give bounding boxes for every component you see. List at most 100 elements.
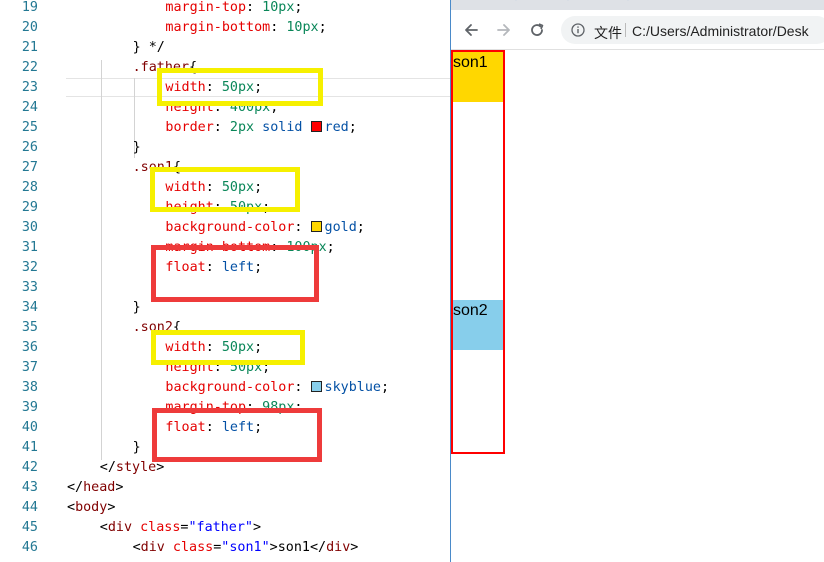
line-number: 28	[21, 180, 38, 195]
code-token: gold	[324, 220, 357, 235]
address-url[interactable]: C:/Users/Administrator/Desk	[632, 23, 809, 39]
line-number: 35	[21, 320, 38, 335]
code-text: margin-bottom: 10px;	[165, 18, 326, 38]
code-token: div	[107, 520, 133, 535]
code-line[interactable]: 46 <div class="son1">son1</div>	[0, 538, 450, 558]
code-token: :	[294, 220, 311, 235]
son1-div: son1	[453, 52, 503, 102]
line-number: 30	[21, 220, 38, 235]
code-token: >	[252, 520, 262, 535]
address-separator	[625, 23, 626, 37]
code-token: >	[115, 480, 124, 495]
line-number: 26	[21, 140, 38, 155]
line-number: 41	[21, 440, 38, 455]
line-number: 20	[21, 20, 38, 35]
tab-strip	[451, 0, 824, 10]
code-token: } */	[132, 40, 165, 55]
code-token: :	[270, 20, 287, 35]
line-number: 23	[21, 80, 38, 95]
son2-text: son2	[453, 302, 488, 319]
browser-tab[interactable]	[563, 0, 573, 8]
code-token: 10px	[286, 20, 319, 35]
site-info-label[interactable]: 文件	[594, 23, 622, 43]
forward-button[interactable]	[494, 20, 514, 40]
code-token: red	[324, 120, 349, 135]
code-token: div	[140, 540, 165, 555]
code-token: <	[132, 540, 141, 555]
code-line[interactable]: 25 border: 2px solid red;	[0, 118, 450, 138]
code-text: } */	[133, 38, 165, 58]
browser-toolbar: 文件 C:/Users/Administrator/Desk	[451, 10, 824, 50]
code-editor[interactable]: 19 margin-top: 10px; 20 margin-bottom: 10px…	[0, 0, 450, 562]
info-icon[interactable]	[571, 23, 585, 37]
color-swatch-icon[interactable]	[310, 121, 322, 132]
line-number: 33	[21, 280, 38, 295]
arrow-left-icon	[465, 24, 478, 36]
code-token: 10px	[262, 0, 295, 15]
code-text: }	[133, 138, 141, 158]
code-token: }	[132, 300, 141, 315]
back-button[interactable]	[461, 20, 481, 40]
line-number: 24	[21, 100, 38, 115]
code-token: body	[75, 500, 108, 515]
code-token: }	[132, 140, 141, 155]
line-number: 36	[21, 340, 38, 355]
code-token: >	[350, 540, 359, 555]
arrow-right-icon	[497, 24, 510, 36]
code-token: ;	[348, 120, 357, 135]
page-viewport: son1 son2	[451, 50, 824, 562]
code-line[interactable]: 26}	[0, 138, 450, 158]
browser-tab[interactable]	[623, 0, 633, 8]
code-text: }	[133, 438, 141, 458]
code-line[interactable]: 45 <div class="father">	[0, 518, 450, 538]
color-swatch-icon[interactable]	[310, 221, 322, 232]
code-token: }	[132, 440, 141, 455]
code-token: class	[172, 540, 214, 555]
line-number: 45	[21, 520, 38, 535]
tab-favicon-icon	[567, 0, 569, 1]
code-token: border	[165, 120, 214, 135]
code-token: </	[67, 480, 84, 495]
code-token: </	[99, 460, 116, 475]
line-number: 32	[21, 260, 38, 275]
code-token: ;	[326, 240, 335, 255]
code-token: ;	[380, 380, 390, 395]
tab-favicon-icon	[515, 0, 517, 1]
code-token: >	[156, 460, 165, 475]
code-token: >	[107, 500, 116, 515]
code-token: ;	[318, 20, 327, 35]
color-swatch-icon[interactable]	[310, 381, 322, 392]
code-text: </head>	[67, 478, 123, 498]
highlight-box-son1-width	[150, 167, 300, 212]
code-token: margin-top	[165, 0, 247, 15]
code-token: style	[115, 460, 157, 475]
code-line[interactable]: 43 </head>	[0, 478, 450, 498]
code-text: }	[133, 298, 141, 318]
code-line[interactable]: 44 <body>	[0, 498, 450, 518]
code-text: background-color: gold;	[165, 218, 364, 238]
code-token: div	[326, 540, 351, 555]
code-line[interactable]: 21} */	[0, 38, 450, 58]
code-token: margin-bottom	[165, 20, 271, 35]
code-line[interactable]: 38 background-color: skyblue;	[0, 378, 450, 398]
code-token: class	[140, 520, 181, 535]
code-token: background-color	[165, 380, 295, 395]
browser-tab[interactable]	[511, 0, 521, 8]
reload-button[interactable]	[527, 20, 547, 40]
father-div: son1 son2	[451, 50, 505, 454]
line-number: 22	[21, 60, 38, 75]
line-number: 19	[21, 0, 38, 15]
code-token: head	[83, 480, 116, 495]
code-line[interactable]: 30 background-color: gold;	[0, 218, 450, 238]
code-line[interactable]: 19 margin-top: 10px;	[0, 0, 450, 18]
code-token: ;	[294, 0, 303, 15]
highlight-box-son1-float	[151, 245, 319, 302]
address-bar[interactable]: 文件 C:/Users/Administrator/Desk	[561, 16, 824, 44]
code-text: <div class="son1">son1</div>	[133, 538, 359, 558]
code-line[interactable]: 20 margin-bottom: 10px;	[0, 18, 450, 38]
code-token: ;	[356, 220, 365, 235]
